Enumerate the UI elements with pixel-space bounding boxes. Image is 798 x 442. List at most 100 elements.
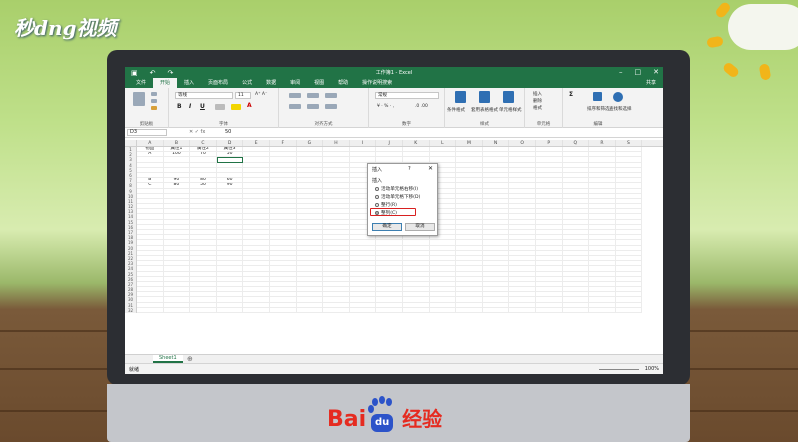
tab-help[interactable]: 帮助 bbox=[331, 79, 355, 88]
cell[interactable] bbox=[509, 307, 536, 313]
tab-formulas[interactable]: 公式 bbox=[235, 79, 259, 88]
table-format-icon[interactable] bbox=[479, 91, 490, 103]
format-cells-button[interactable]: 格式 bbox=[533, 105, 542, 111]
fill-color-icon[interactable] bbox=[231, 104, 241, 110]
grow-font-icon[interactable]: A⁺ A⁻ bbox=[255, 92, 267, 97]
font-color-icon[interactable]: A bbox=[247, 102, 252, 109]
align-top-icon[interactable] bbox=[289, 93, 301, 98]
tab-file[interactable]: 文件 bbox=[129, 79, 153, 88]
zoom-level[interactable]: 100% bbox=[645, 366, 659, 372]
column-header[interactable]: A bbox=[137, 140, 164, 146]
column-header[interactable]: N bbox=[483, 140, 510, 146]
close-icon[interactable]: ✕ bbox=[653, 68, 659, 76]
cell[interactable] bbox=[402, 307, 430, 313]
column-header[interactable]: L bbox=[430, 140, 457, 146]
conditional-format-icon[interactable] bbox=[455, 91, 466, 103]
autosum-icon[interactable]: Σ bbox=[569, 91, 573, 98]
sheet-tab[interactable]: Sheet1 bbox=[153, 355, 183, 363]
delete-cells-button[interactable]: 删除 bbox=[533, 98, 542, 104]
column-header[interactable]: B bbox=[164, 140, 191, 146]
column-header[interactable]: E bbox=[243, 140, 270, 146]
minimize-icon[interactable]: – bbox=[619, 68, 623, 76]
merge-center-icon[interactable] bbox=[325, 104, 337, 109]
number-format-select[interactable]: 常规 bbox=[375, 92, 439, 99]
column-header[interactable]: P bbox=[536, 140, 563, 146]
cell[interactable] bbox=[190, 307, 217, 313]
radio-icon[interactable] bbox=[375, 187, 379, 191]
cell[interactable] bbox=[456, 307, 483, 313]
name-box[interactable]: D3 bbox=[127, 129, 167, 136]
tab-data[interactable]: 数据 bbox=[259, 79, 283, 88]
cell[interactable] bbox=[243, 307, 270, 313]
tell-me-search[interactable]: 操作说明搜索 bbox=[355, 79, 399, 88]
font-size-select[interactable]: 11 bbox=[235, 92, 251, 99]
maximize-icon[interactable]: □ bbox=[635, 68, 642, 76]
cell[interactable] bbox=[163, 307, 191, 313]
cell[interactable] bbox=[296, 307, 324, 313]
cut-icon[interactable] bbox=[151, 92, 157, 96]
currency-icon[interactable]: ¥ · % · , bbox=[377, 104, 394, 109]
formula-input[interactable]: 50 bbox=[225, 129, 231, 135]
cell[interactable] bbox=[562, 307, 590, 313]
cell[interactable] bbox=[349, 307, 377, 313]
column-header[interactable]: I bbox=[350, 140, 377, 146]
column-header[interactable]: G bbox=[297, 140, 324, 146]
font-name-select[interactable]: 等线 bbox=[175, 92, 233, 99]
select-all-corner[interactable] bbox=[125, 140, 137, 147]
format-painter-icon[interactable] bbox=[151, 106, 157, 110]
cell[interactable] bbox=[323, 307, 350, 313]
cell[interactable] bbox=[429, 307, 457, 313]
cell[interactable] bbox=[269, 307, 297, 313]
option-shift-down[interactable]: 活动单元格下移(D) bbox=[375, 194, 420, 200]
bold-icon[interactable]: B bbox=[177, 103, 182, 110]
sort-filter-icon[interactable] bbox=[593, 92, 602, 101]
column-header[interactable]: H bbox=[323, 140, 350, 146]
cell[interactable] bbox=[137, 307, 164, 313]
cell[interactable] bbox=[376, 307, 403, 313]
share-button[interactable]: 共享 bbox=[639, 79, 663, 88]
zoom-slider[interactable] bbox=[599, 369, 639, 370]
close-icon[interactable]: ✕ bbox=[428, 165, 433, 172]
column-header[interactable]: O bbox=[509, 140, 536, 146]
align-left-icon[interactable] bbox=[289, 104, 301, 109]
copy-icon[interactable] bbox=[151, 99, 157, 103]
radio-icon[interactable] bbox=[375, 195, 379, 199]
cell[interactable] bbox=[482, 307, 510, 313]
cell[interactable] bbox=[615, 307, 643, 313]
tab-home[interactable]: 开始 bbox=[153, 78, 178, 88]
italic-icon[interactable]: I bbox=[189, 103, 191, 110]
border-icon[interactable] bbox=[215, 104, 225, 110]
tab-review[interactable]: 审阅 bbox=[283, 79, 307, 88]
insert-cells-button[interactable]: 插入 bbox=[533, 91, 542, 97]
tab-page-layout[interactable]: 页面布局 bbox=[201, 79, 235, 88]
underline-icon[interactable]: U bbox=[200, 103, 205, 110]
wrap-text-icon[interactable] bbox=[325, 93, 337, 98]
help-icon[interactable]: ? bbox=[408, 166, 411, 172]
add-sheet-icon[interactable]: ⊕ bbox=[187, 355, 193, 363]
radio-icon[interactable] bbox=[375, 203, 379, 207]
column-header[interactable]: S bbox=[616, 140, 643, 146]
column-header[interactable]: Q bbox=[563, 140, 590, 146]
decimal-icon[interactable]: .0 .00 bbox=[415, 104, 428, 109]
align-middle-icon[interactable] bbox=[307, 93, 319, 98]
cell[interactable] bbox=[216, 307, 244, 313]
function-icon[interactable]: ✕ ✓ fx bbox=[189, 129, 205, 135]
align-center-icon[interactable] bbox=[307, 104, 319, 109]
cell[interactable] bbox=[535, 307, 563, 313]
cancel-button[interactable]: 取消 bbox=[405, 223, 435, 231]
column-header[interactable]: M bbox=[456, 140, 483, 146]
column-header[interactable]: F bbox=[270, 140, 297, 146]
tab-insert[interactable]: 插入 bbox=[177, 79, 201, 88]
column-header[interactable]: J bbox=[376, 140, 403, 146]
column-header[interactable]: D bbox=[217, 140, 244, 146]
find-select-icon[interactable] bbox=[613, 92, 623, 102]
paste-icon[interactable] bbox=[133, 92, 145, 106]
row-header[interactable]: 32 bbox=[125, 307, 137, 313]
column-header[interactable]: R bbox=[589, 140, 616, 146]
column-header[interactable]: K bbox=[403, 140, 430, 146]
column-header[interactable]: C bbox=[190, 140, 217, 146]
tab-view[interactable]: 视图 bbox=[307, 79, 331, 88]
option-shift-right[interactable]: 活动单元格右移(I) bbox=[375, 186, 418, 192]
cell[interactable] bbox=[589, 307, 616, 313]
cell-styles-icon[interactable] bbox=[503, 91, 514, 103]
